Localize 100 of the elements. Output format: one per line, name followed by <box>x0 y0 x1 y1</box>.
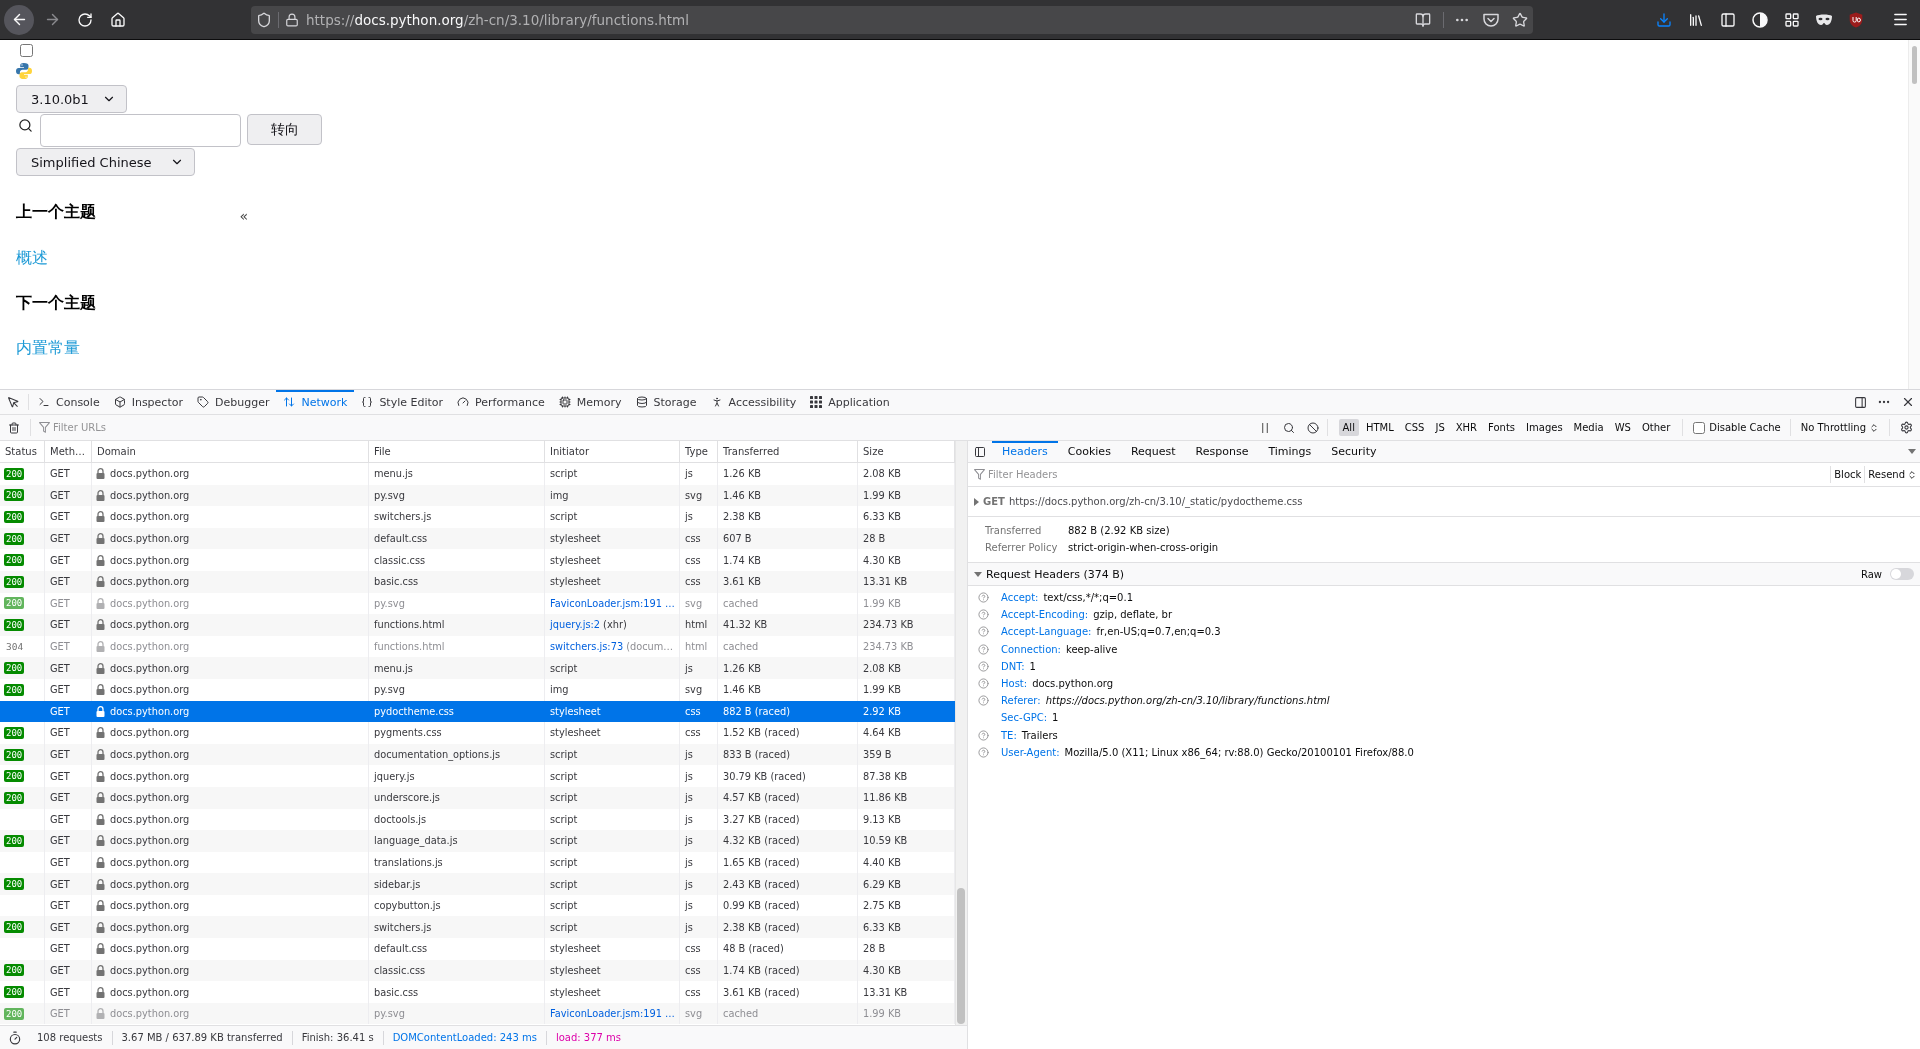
star-icon[interactable] <box>1512 11 1528 28</box>
details-tab[interactable]: Timings <box>1258 441 1322 462</box>
table-cell-text: css <box>684 704 702 719</box>
status-text: 3.67 MB / 637.89 KB transferred <box>112 1030 293 1045</box>
status-text: Finish: 36.41 s <box>292 1030 384 1045</box>
devtools-tab[interactable]: Memory <box>551 390 629 414</box>
devtools-tab[interactable]: Console <box>31 390 107 414</box>
caret-icon[interactable] <box>974 571 982 577</box>
type-filter-button[interactable]: All <box>1338 419 1359 436</box>
type-filter-button[interactable]: CSS <box>1400 419 1429 436</box>
table-cell: css <box>680 549 718 571</box>
devtools-tab[interactable]: Accessibility <box>703 390 804 414</box>
scrollbar-thumb[interactable] <box>957 888 965 1024</box>
column-header[interactable]: Domain <box>92 441 369 462</box>
table-row[interactable]: 200 GET docs.python.org menu.js script js 1.26 KB 2.08 KB <box>0 657 955 679</box>
table-row[interactable]: 200 GET docs.python.org sidebar.js script js 2.43 KB (raced) 6.29 KB <box>0 873 955 895</box>
table-cell: script <box>545 873 680 895</box>
initiator-link[interactable]: FaviconLoader.jsm:191 … <box>550 597 675 609</box>
table-row[interactable]: GET docs.python.org pydoctheme.css stylesheet css 882 B (raced) 2.92 KB <box>0 700 955 723</box>
version-select[interactable]: 3.10.0b1 <box>16 85 127 113</box>
status-badge: 200 <box>4 489 25 502</box>
column-header[interactable]: Initiator <box>545 441 680 462</box>
type-filter-button[interactable]: Media <box>1569 419 1608 436</box>
table-row[interactable]: 200 GET docs.python.org py.svg img svg 1.46 KB 1.99 KB <box>0 484 955 507</box>
table-row[interactable]: 200 GET docs.python.org switchers.js script js 2.38 KB (raced) 6.33 KB <box>0 916 955 939</box>
status-badge: 200 <box>4 467 25 480</box>
column-header[interactable]: File <box>369 441 545 462</box>
sidebar-heading: 上一个主题 <box>16 202 96 222</box>
table-cell: js <box>680 873 718 895</box>
table-row[interactable]: 200 GET docs.python.org language_data.js script js 4.32 KB (raced) 10.59 KB <box>0 830 955 852</box>
address-bar[interactable]: https://docs.python.org/zh-cn/3.10/library/functions.html <box>251 5 1533 34</box>
checkbox[interactable] <box>20 44 33 57</box>
menu-icon <box>1891 11 1909 28</box>
disable-cache-checkbox[interactable] <box>1693 421 1706 434</box>
go-button[interactable]: 转向 <box>247 114 322 145</box>
type-filter-button[interactable]: Fonts <box>1484 419 1520 436</box>
devtools-tab[interactable]: Application <box>803 390 897 414</box>
lock-icon <box>96 576 105 588</box>
reader-view-icon[interactable] <box>1415 11 1431 28</box>
search-input[interactable] <box>40 114 241 147</box>
details-tab[interactable]: Response <box>1185 441 1259 462</box>
type-filter-button[interactable]: XHR <box>1451 419 1482 436</box>
table-cell: js <box>680 830 718 852</box>
status-text: 108 requests <box>28 1030 113 1045</box>
type-filter-button[interactable]: Other <box>1637 419 1675 436</box>
devtools-tab[interactable]: Network <box>276 390 355 414</box>
language-select[interactable]: Simplified Chinese <box>16 148 195 176</box>
column-header[interactable]: Status <box>0 441 45 462</box>
type-filter-button[interactable]: HTML <box>1361 419 1398 436</box>
initiator-link[interactable]: FaviconLoader.jsm:191 … <box>550 1008 675 1020</box>
column-header[interactable]: Transferred <box>718 441 858 462</box>
table-row[interactable]: 200 GET docs.python.org default.css stylesheet css 607 B 28 B <box>0 527 955 550</box>
table-cell: GET <box>45 678 92 701</box>
type-filter-button[interactable]: JS <box>1431 419 1449 436</box>
details-tab[interactable]: Headers <box>992 441 1058 462</box>
initiator-link[interactable]: switchers.js:73 <box>550 641 624 653</box>
lock-icon <box>96 1008 105 1020</box>
domain-name: docs.python.org <box>110 770 190 782</box>
throttling-select[interactable]: No Throttling <box>1792 415 1887 440</box>
filter-input[interactable]: Filter URLs <box>53 417 1253 438</box>
table-row[interactable]: 200 GET docs.python.org documentation_options.js script js 833 B (raced) 359 B <box>0 743 955 766</box>
column-header[interactable]: Meth… <box>45 441 92 462</box>
devtools-tab[interactable]: Style Editor <box>354 390 451 414</box>
type-filter-button[interactable]: Images <box>1522 419 1567 436</box>
devtools-tab[interactable]: Debugger <box>190 390 277 414</box>
details-tab[interactable]: Cookies <box>1057 441 1121 462</box>
devtools-tab[interactable]: Storage <box>628 390 704 414</box>
domain-name: docs.python.org <box>110 878 190 890</box>
type-filter-button[interactable]: WS <box>1610 419 1635 436</box>
section-title[interactable]: Request Headers (374 B) <box>986 567 1125 581</box>
header-value: docs.python.org <box>1032 678 1114 690</box>
lock-icon <box>96 727 105 739</box>
table-row[interactable]: 200 GET docs.python.org underscore.js script js 4.57 KB (raced) 11.86 KB <box>0 786 955 809</box>
devtools-tab[interactable]: Inspector <box>106 390 190 414</box>
search-icon <box>18 118 33 133</box>
detail-value: strict-origin-when-cross-origin <box>1068 541 1219 555</box>
scrollbar-thumb[interactable] <box>1912 46 1917 84</box>
action-button[interactable]: Block <box>1830 466 1865 483</box>
pocket-icon[interactable] <box>1483 12 1499 27</box>
half-circle-icon <box>1752 11 1768 28</box>
domain-name: docs.python.org <box>110 489 190 501</box>
column-header[interactable]: Type <box>680 441 718 462</box>
collapse-button[interactable]: « <box>239 209 248 223</box>
table-row[interactable]: 200 GET docs.python.org functions.html jquery.js:2 (xhr) html 41.32 KB 234.73 KB <box>0 614 955 636</box>
raw-toggle[interactable] <box>1890 568 1914 580</box>
initiator-link[interactable]: jquery.js:2 <box>550 619 601 631</box>
table-row[interactable]: 200 GET docs.python.org classic.css stylesheet css 1.74 KB (raced) 4.30 KB <box>0 959 955 982</box>
domain-name: docs.python.org <box>110 662 190 674</box>
caret-icon[interactable] <box>974 497 979 506</box>
lock-icon <box>96 489 105 501</box>
table-row[interactable]: 200 GET docs.python.org py.svg FaviconLoader.jsm:191 … svg cached 1.99 KB <box>0 1002 955 1025</box>
details-tab[interactable]: Request <box>1120 441 1186 462</box>
table-cell: 1.52 KB (raced) <box>718 722 858 744</box>
devtools-tab[interactable]: Performance <box>450 390 552 414</box>
action-button[interactable]: Resend <box>1864 466 1920 483</box>
table-row[interactable]: 200 GET docs.python.org basic.css stylesheet css 3.61 KB 13.31 KB <box>0 570 955 593</box>
back-button[interactable] <box>4 4 34 35</box>
lock-icon <box>96 900 105 912</box>
details-tab[interactable]: Security <box>1321 441 1387 462</box>
table-cell: GET <box>45 570 92 593</box>
